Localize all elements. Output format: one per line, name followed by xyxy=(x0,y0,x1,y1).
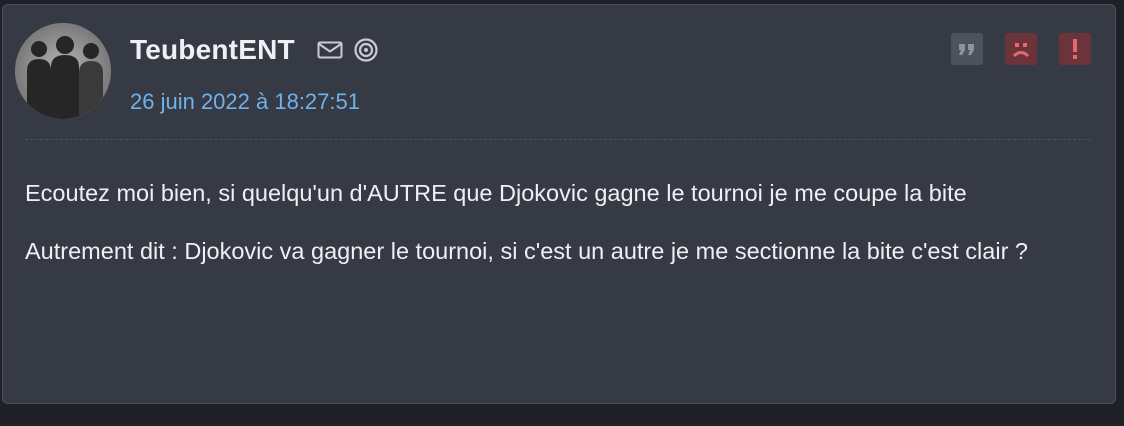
avatar[interactable] xyxy=(15,23,111,119)
group-silhouette-avatar-icon xyxy=(15,23,111,119)
quote-icon xyxy=(959,44,974,55)
forum-post: TeubentENT 26 juin 2022 à 18:27:51 Ecout… xyxy=(2,4,1116,404)
post-actions xyxy=(951,33,1091,65)
dislike-button[interactable] xyxy=(1005,33,1037,65)
post-paragraph-1: Ecoutez moi bien, si quelqu'un d'AUTRE q… xyxy=(25,180,967,206)
mail-icon[interactable] xyxy=(317,40,343,60)
report-button[interactable] xyxy=(1059,33,1091,65)
sad-face-icon xyxy=(1012,43,1030,58)
quote-button[interactable] xyxy=(951,33,983,65)
post-date[interactable]: 26 juin 2022 à 18:27:51 xyxy=(130,89,360,115)
username[interactable]: TeubentENT xyxy=(130,34,295,66)
post-content: Ecoutez moi bien, si quelqu'un d'AUTRE q… xyxy=(25,173,1095,289)
exclamation-icon xyxy=(1073,39,1077,59)
author-row: TeubentENT xyxy=(130,31,379,69)
header-divider xyxy=(25,139,1091,140)
spiral-icon[interactable] xyxy=(353,37,379,63)
post-paragraph-2: Autrement dit : Djokovic va gagner le to… xyxy=(25,238,1028,264)
